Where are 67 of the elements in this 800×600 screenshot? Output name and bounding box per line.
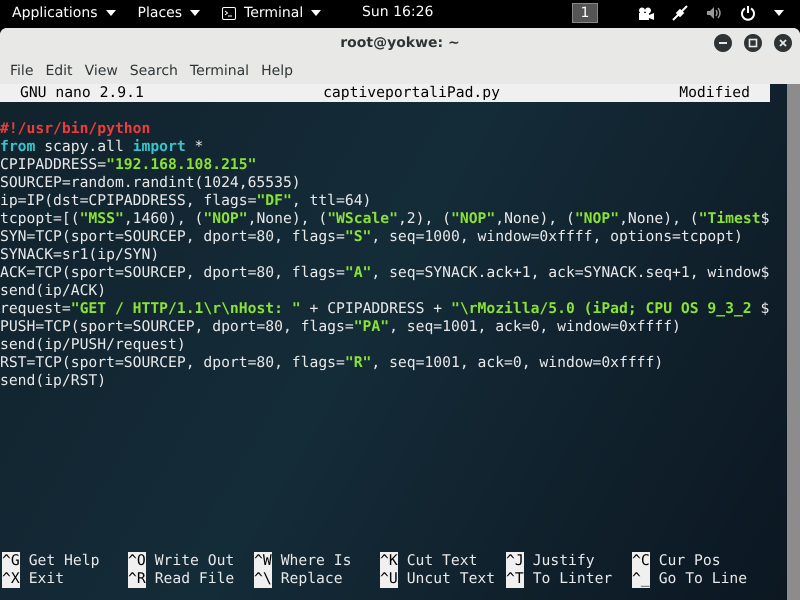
- clock[interactable]: Sun 16:26: [362, 4, 434, 20]
- nano-version: GNU nano 2.9.1: [20, 84, 144, 102]
- close-button[interactable]: [774, 34, 792, 52]
- code-line: #!/usr/bin/python: [0, 120, 152, 138]
- shortcut-label: Justify: [532, 552, 595, 570]
- shortcut-label: To Linter: [532, 570, 612, 588]
- code-line: CPIPADDRESS="192.168.108.215": [0, 156, 258, 174]
- code-line: ACK=TCP(sport=SOURCEP, dport=80, flags="A", seq=SYNACK.ack+1, ack=SYNACK.seq+1, window$: [0, 264, 770, 282]
- code-line: RST=TCP(sport=SOURCEP, dport=80, flags="R", seq=1001, ack=0, window=0xffff): [0, 354, 664, 372]
- power-icon[interactable]: [740, 5, 756, 21]
- shortcut-key[interactable]: ^C: [632, 552, 650, 570]
- code-line: send(ip/ACK): [0, 282, 108, 300]
- wired-network-icon[interactable]: [672, 5, 688, 21]
- shortcut-key[interactable]: ^K: [380, 552, 398, 570]
- menu-item[interactable]: File: [4, 61, 40, 81]
- menu-item[interactable]: Edit: [39, 61, 79, 81]
- caret-icon: [190, 10, 200, 16]
- shortcut-label: Go To Line: [658, 570, 748, 588]
- shortcut-label: Exit: [28, 570, 64, 588]
- shortcut-label: Read File: [154, 570, 234, 588]
- shortcut-label: Uncut Text: [406, 570, 496, 588]
- modified-status: Modified: [679, 84, 750, 102]
- shortcut-label: Cut Text: [406, 552, 478, 570]
- shortcut-label: Replace: [280, 570, 343, 588]
- scrollbar[interactable]: [787, 84, 800, 600]
- shortcut-key[interactable]: ^J: [506, 552, 524, 570]
- maximize-button[interactable]: [744, 34, 762, 52]
- shortcut-key[interactable]: ^U: [380, 570, 398, 588]
- volume-icon[interactable]: [706, 6, 722, 20]
- menu-item[interactable]: View: [78, 61, 124, 81]
- code-line: SYNACK=sr1(ip/SYN): [0, 246, 160, 264]
- workspace-indicator[interactable]: 1: [572, 3, 598, 23]
- top-menu[interactable]: Applications: [12, 5, 116, 21]
- minimize-button[interactable]: [714, 34, 732, 52]
- shortcut-label: Where Is: [280, 552, 352, 570]
- code-line: send(ip/RST): [0, 372, 108, 390]
- terminal-icon: [222, 6, 236, 20]
- code-line: SYN=TCP(sport=SOURCEP, dport=80, flags="S", seq=1000, window=0xffff, options=tcpopt): [0, 228, 744, 246]
- file-name: captiveportaliPad.py: [323, 84, 500, 102]
- shortcut-key[interactable]: ^X: [2, 570, 20, 588]
- menu-item[interactable]: Search: [124, 61, 184, 81]
- code-line: request="GET / HTTP/1.1\r\nHost: " + CPIPADDRESS + "\rMozilla/5.0 (iPad; CPU OS 9_3_2 $: [0, 300, 770, 318]
- shortcut-key[interactable]: ^T: [506, 570, 524, 588]
- code-line: tcpopt=[("MSS",1460), ("NOP",None), ("WScale",2), ("NOP",None), ("NOP",None), ("Timest$: [0, 210, 770, 228]
- shortcut-label: Get Help: [28, 552, 100, 570]
- shortcut-label: Write Out: [154, 552, 234, 570]
- shortcut-label: Cur Pos: [658, 552, 721, 570]
- menu-item[interactable]: Terminal: [184, 61, 256, 81]
- shortcut-key[interactable]: ^O: [128, 552, 146, 570]
- top-menu[interactable]: Terminal: [222, 5, 322, 21]
- shortcut-key[interactable]: ^\: [254, 570, 272, 588]
- window-title: root@yokwe: ~: [340, 35, 460, 51]
- caret-icon: [106, 10, 116, 16]
- shortcut-key[interactable]: ^W: [254, 552, 272, 570]
- code-line: PUSH=TCP(sport=SOURCEP, dport=80, flags="PA", seq=1001, ack=0, window=0xffff): [0, 318, 682, 336]
- code-line: from scapy.all import *: [0, 138, 204, 156]
- shortcut-key[interactable]: ^_: [632, 570, 650, 588]
- caret-icon: [311, 10, 322, 16]
- code-line: SOURCEP=random.randint(1024,65535): [0, 174, 302, 192]
- menu-item[interactable]: Help: [255, 61, 299, 81]
- top-menu[interactable]: Places: [138, 5, 200, 21]
- caret-icon[interactable]: [774, 10, 784, 16]
- code-line: send(ip/PUSH/request): [0, 336, 187, 354]
- code-line: ip=IP(dst=CPIPADDRESS, flags="DF", ttl=64): [0, 192, 372, 210]
- shortcut-key[interactable]: ^G: [2, 552, 20, 570]
- shortcut-key[interactable]: ^R: [128, 570, 146, 588]
- camera-icon[interactable]: [636, 6, 654, 20]
